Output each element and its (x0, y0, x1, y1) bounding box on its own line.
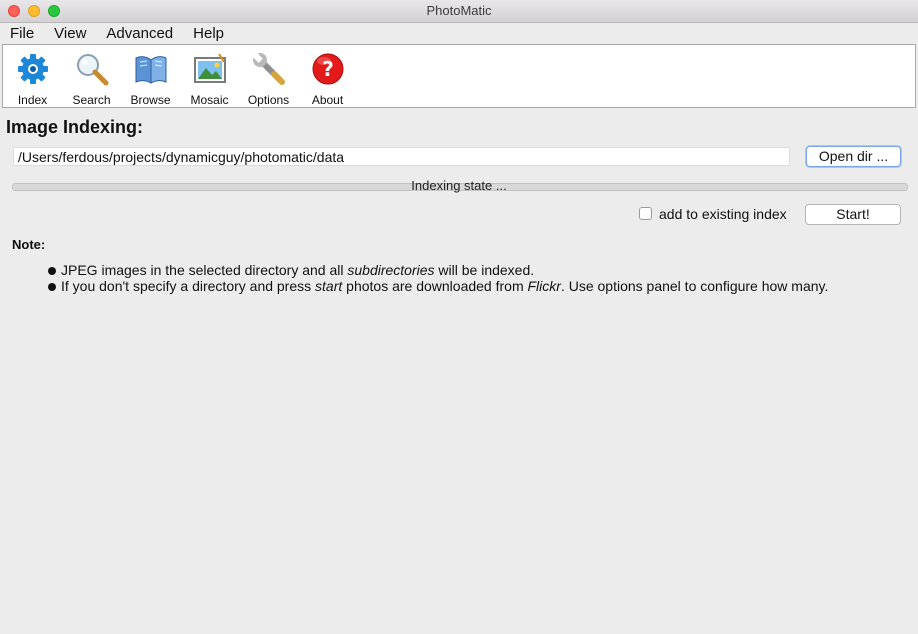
index-button[interactable]: Index (3, 45, 62, 107)
start-button[interactable]: Start! (805, 204, 901, 225)
menu-file[interactable]: File (10, 25, 34, 42)
wrench-icon (251, 51, 287, 87)
add-to-existing-checkbox[interactable] (639, 207, 652, 220)
about-button[interactable]: ? About (298, 45, 357, 107)
menu-view[interactable]: View (54, 25, 86, 42)
search-label: Search (72, 93, 111, 107)
maximize-window-button[interactable] (48, 5, 60, 17)
options-label: Options (247, 93, 290, 107)
note-text-part: Flickr (527, 278, 561, 294)
magnifier-icon (74, 51, 110, 87)
menu-advanced[interactable]: Advanced (106, 25, 173, 42)
search-button[interactable]: Search (62, 45, 121, 107)
note-item: JPEG images in the selected directory an… (48, 262, 828, 278)
bullet-icon (48, 282, 56, 291)
menu-bar: File View Advanced Help (0, 23, 918, 44)
window-title: PhotoMatic (426, 3, 492, 18)
open-dir-button[interactable]: Open dir ... (806, 146, 901, 167)
app-window: PhotoMatic File View Advanced Help Index… (0, 0, 918, 634)
note-text-part: subdirectories (347, 262, 435, 278)
note-text-part: If you don't specify a directory and pre… (61, 278, 316, 294)
note-text: If you don't specify a directory and pre… (61, 278, 828, 294)
browse-button[interactable]: Browse (121, 45, 180, 107)
bullet-icon (48, 266, 56, 275)
note-text: JPEG images in the selected directory an… (61, 262, 534, 278)
title-bar: PhotoMatic (0, 0, 918, 23)
close-window-button[interactable] (8, 5, 20, 17)
index-label: Index (17, 93, 48, 107)
minimize-window-button[interactable] (28, 5, 40, 17)
note-text-part: JPEG images in the selected directory an… (61, 262, 348, 278)
note-text-part: . Use options panel to configure how man… (560, 278, 829, 294)
menu-help[interactable]: Help (193, 25, 224, 42)
window-controls (8, 5, 60, 17)
indexing-state-text: Indexing state ... (411, 178, 507, 193)
note-text-part: will be indexed. (434, 262, 535, 278)
note-title: Note: (12, 237, 46, 252)
book-icon (133, 51, 169, 87)
toolbar: Index Search Browse Mosaic Options ? Abo… (2, 44, 916, 108)
gear-icon (15, 51, 51, 87)
help-icon: ? (310, 51, 346, 87)
note-item: If you don't specify a directory and pre… (48, 278, 828, 294)
browse-label: Browse (130, 93, 171, 107)
mosaic-label: Mosaic (190, 93, 229, 107)
picture-icon (192, 51, 228, 87)
note-text-part: start (315, 278, 343, 294)
directory-path-input[interactable]: /Users/ferdous/projects/dynamicguy/photo… (13, 147, 790, 166)
add-to-existing-label: add to existing index (659, 206, 787, 222)
options-button[interactable]: Options (239, 45, 298, 107)
note-text-part: photos are downloaded from (342, 278, 528, 294)
note-list: JPEG images in the selected directory an… (48, 262, 828, 294)
mosaic-button[interactable]: Mosaic (180, 45, 239, 107)
page-title: Image Indexing: (6, 117, 144, 137)
svg-text:?: ? (322, 57, 334, 81)
about-label: About (311, 93, 344, 107)
